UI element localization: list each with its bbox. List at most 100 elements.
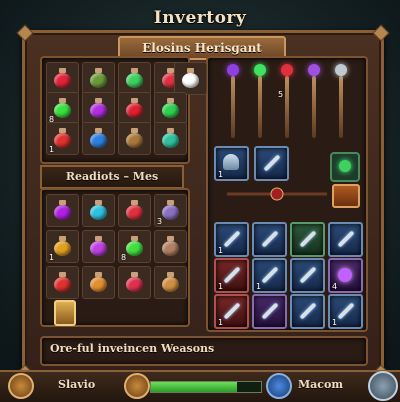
potion-liquid bbox=[90, 205, 107, 220]
gear-slot[interactable] bbox=[252, 222, 287, 257]
potion-slot[interactable] bbox=[118, 266, 151, 299]
potion-icon bbox=[89, 128, 108, 148]
helm-icon bbox=[223, 154, 239, 170]
settings-button[interactable] bbox=[368, 371, 398, 401]
item-quantity: 5 bbox=[278, 90, 284, 99]
item-quantity: 1 bbox=[218, 246, 224, 255]
sword-icon bbox=[337, 230, 355, 248]
sword-icon bbox=[261, 230, 279, 248]
sword-icon bbox=[299, 302, 317, 320]
potion-icon bbox=[181, 68, 200, 88]
item-quantity: 8 bbox=[121, 253, 127, 262]
potion-liquid bbox=[126, 133, 143, 148]
sword-icon bbox=[299, 230, 317, 248]
gear-slot[interactable]: 1 bbox=[252, 258, 287, 293]
potion-liquid bbox=[162, 133, 179, 148]
potion-slot[interactable] bbox=[118, 194, 151, 227]
sword-icon bbox=[337, 302, 355, 320]
potion-slot[interactable] bbox=[154, 266, 187, 299]
menu-button[interactable] bbox=[8, 373, 34, 399]
potion-slot[interactable]: 1 bbox=[46, 230, 79, 263]
potion-icon bbox=[161, 200, 180, 220]
amulet-icon[interactable] bbox=[330, 152, 360, 182]
potion-slot[interactable] bbox=[154, 92, 187, 125]
potion-slot[interactable] bbox=[82, 92, 115, 125]
potion-icon bbox=[161, 272, 180, 292]
staff-shaft bbox=[339, 76, 343, 138]
potion-slot[interactable] bbox=[118, 92, 151, 125]
potion-slot[interactable] bbox=[46, 194, 79, 227]
gear-slot[interactable] bbox=[328, 222, 363, 257]
sword-icon bbox=[261, 266, 279, 284]
potion-slot[interactable] bbox=[46, 62, 79, 95]
mana-icon[interactable] bbox=[266, 373, 292, 399]
potion-liquid bbox=[182, 73, 199, 88]
staff-gem bbox=[335, 64, 347, 76]
potion-icon bbox=[125, 236, 144, 256]
potion-liquid bbox=[90, 277, 107, 292]
potion-slot[interactable] bbox=[154, 230, 187, 263]
lantern-icon[interactable] bbox=[54, 300, 76, 326]
gear-slot[interactable]: 1 bbox=[214, 146, 249, 181]
potion-slot[interactable]: 8 bbox=[46, 92, 79, 125]
potion-slot[interactable] bbox=[82, 122, 115, 155]
target-name: Macom bbox=[298, 378, 343, 391]
potion-liquid bbox=[54, 277, 71, 292]
potion-slot[interactable] bbox=[46, 266, 79, 299]
potion-slot[interactable] bbox=[82, 194, 115, 227]
trident[interactable] bbox=[330, 62, 352, 140]
section-title: Readiots – Mes storving bbox=[40, 165, 184, 203]
item-quantity: 1 bbox=[256, 282, 262, 291]
potion-slot[interactable] bbox=[118, 122, 151, 155]
gear-slot[interactable] bbox=[254, 146, 289, 181]
purple-staff[interactable] bbox=[222, 62, 244, 140]
gold-coin-icon[interactable] bbox=[124, 373, 150, 399]
potion-liquid bbox=[54, 241, 71, 256]
potion-slot[interactable] bbox=[82, 62, 115, 95]
potion-icon bbox=[89, 272, 108, 292]
potion-liquid bbox=[126, 73, 143, 88]
staff-shaft bbox=[312, 76, 316, 138]
game-screen: Invertory Elosins Herisgant Readiots – M… bbox=[0, 0, 400, 402]
item-quantity: 1 bbox=[218, 282, 224, 291]
gear-slot[interactable]: 4 bbox=[328, 258, 363, 293]
chest-icon[interactable] bbox=[332, 184, 360, 208]
health-bar-fill bbox=[151, 382, 237, 392]
potion-slot[interactable] bbox=[118, 62, 151, 95]
weapon-rack-divider bbox=[227, 187, 327, 201]
potion-slot[interactable]: 1 bbox=[46, 122, 79, 155]
potion-icon bbox=[125, 200, 144, 220]
potion-icon bbox=[53, 68, 72, 88]
gear-slot[interactable]: 1 bbox=[214, 222, 249, 257]
potion-icon bbox=[89, 200, 108, 220]
potion-slot[interactable] bbox=[174, 62, 207, 95]
red-potion-flask[interactable]: 5 bbox=[276, 62, 298, 140]
purple-orb[interactable] bbox=[303, 62, 325, 140]
potion-icon bbox=[125, 128, 144, 148]
gear-slot[interactable] bbox=[252, 294, 287, 329]
potion-slot[interactable] bbox=[154, 122, 187, 155]
sword-icon bbox=[261, 302, 279, 320]
potion-liquid bbox=[54, 103, 71, 118]
gear-slot[interactable]: 1 bbox=[214, 294, 249, 329]
potion-icon bbox=[89, 98, 108, 118]
gear-slot[interactable]: 1 bbox=[328, 294, 363, 329]
gear-slot[interactable] bbox=[290, 294, 325, 329]
green-staff[interactable] bbox=[249, 62, 271, 140]
sword-icon bbox=[223, 266, 241, 284]
staff-gem bbox=[308, 64, 320, 76]
potion-slot[interactable] bbox=[82, 230, 115, 263]
potion-slot[interactable]: 3 bbox=[154, 194, 187, 227]
gear-slot[interactable] bbox=[290, 258, 325, 293]
player-name: Slavio bbox=[58, 378, 96, 391]
potion-liquid bbox=[90, 133, 107, 148]
potion-liquid bbox=[54, 73, 71, 88]
potion-slot[interactable]: 8 bbox=[118, 230, 151, 263]
gear-slot[interactable]: 1 bbox=[214, 258, 249, 293]
gear-slot[interactable] bbox=[290, 222, 325, 257]
potion-icon bbox=[125, 98, 144, 118]
item-quantity: 1 bbox=[218, 318, 224, 327]
potion-slot[interactable] bbox=[82, 266, 115, 299]
staff-shaft bbox=[285, 76, 289, 138]
item-quantity: 1 bbox=[218, 170, 224, 179]
